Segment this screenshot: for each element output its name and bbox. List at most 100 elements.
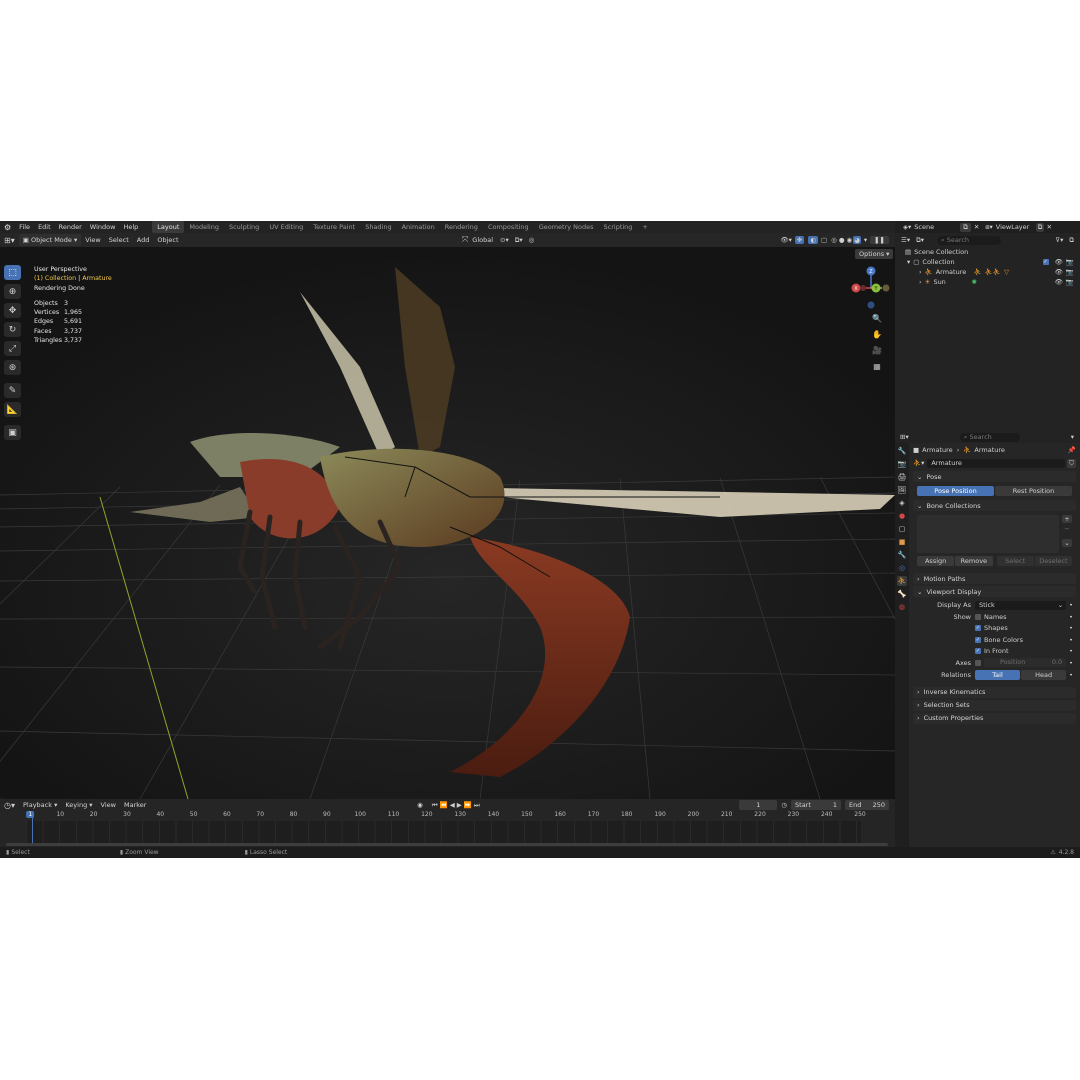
outliner-editor-type-icon[interactable]: ☰▾	[895, 236, 913, 244]
datablock-name-field[interactable]: Armature	[927, 458, 1066, 468]
properties-editor-type-icon[interactable]: ⊞▾	[895, 433, 912, 441]
proportional-edit-icon[interactable]: ◎	[526, 236, 538, 244]
deselect-button[interactable]: Deselect	[1034, 556, 1072, 566]
play-reverse-icon[interactable]: ◀	[449, 801, 456, 809]
menu-select[interactable]: Select	[105, 234, 133, 246]
remove-button[interactable]: Remove	[955, 556, 993, 566]
tab-modeling[interactable]: Modeling	[184, 221, 224, 233]
scene-icon[interactable]: ◈▾	[895, 223, 914, 231]
animate-dot-icon[interactable]: •	[1066, 601, 1076, 609]
physics-tab-icon[interactable]: ◎	[897, 563, 907, 573]
gizmo-toggle-icon[interactable]: ✥	[794, 236, 805, 244]
playback-menu[interactable]: Playback ▾	[19, 799, 61, 811]
axes-checkbox[interactable]	[975, 659, 981, 666]
tab-geometry-nodes[interactable]: Geometry Nodes	[534, 221, 599, 233]
rest-position-button[interactable]: Rest Position	[995, 486, 1072, 496]
pose-position-button[interactable]: Pose Position	[917, 486, 994, 496]
navigation-gizmo[interactable]: Z X Y	[848, 265, 894, 311]
jump-start-icon[interactable]: ⏮	[431, 801, 439, 810]
menu-file[interactable]: File	[15, 221, 34, 233]
animate-dot-icon[interactable]: •	[1066, 636, 1076, 644]
3d-viewport[interactable]: ⬚ ⊕ ✥ ↻ ⤢ ⊛ ✎ 📐 ▣ User Perspective (1) C…	[0, 247, 895, 799]
overlay-toggle-icon[interactable]: ◐	[808, 236, 818, 244]
shading-solid-icon[interactable]: ●	[838, 236, 846, 244]
world-tab-icon[interactable]: ●	[897, 511, 907, 521]
jump-end-icon[interactable]: ⏭	[473, 801, 481, 810]
scale-tool-icon[interactable]: ⤢	[4, 341, 21, 356]
snap-icon[interactable]: ⧉▾	[512, 236, 526, 245]
menu-edit[interactable]: Edit	[34, 221, 55, 233]
tab-texture-paint[interactable]: Texture Paint	[308, 221, 360, 233]
pan-hand-icon[interactable]: ✋	[870, 327, 884, 341]
bone-collection-specials-icon[interactable]: ⌄	[1062, 539, 1072, 547]
modifier-tab-icon[interactable]: 🔧	[897, 550, 907, 560]
select-button[interactable]: Select	[996, 556, 1034, 566]
sun-render-icon[interactable]: 📷	[1066, 278, 1080, 286]
tab-shading[interactable]: Shading	[360, 221, 396, 233]
shading-options-icon[interactable]: ▾	[861, 236, 870, 244]
transform-tool-icon[interactable]: ⊛	[4, 360, 21, 375]
pin-icon[interactable]: 📌	[1068, 446, 1076, 454]
relations-tail-button[interactable]: Tail	[975, 669, 1021, 680]
timeline-editor-type-icon[interactable]: ◷▾	[0, 801, 19, 810]
animate-dot-icon[interactable]: •	[1066, 671, 1076, 679]
bone-collections-list[interactable]	[917, 515, 1059, 553]
bone-colors-checkbox[interactable]: ✓	[975, 636, 981, 643]
timeline-scrollbar[interactable]	[6, 843, 888, 846]
transform-orientation-dropdown[interactable]: Global	[468, 234, 497, 246]
xray-icon[interactable]: ▢	[818, 236, 830, 244]
delete-viewlayer-icon[interactable]: ✕	[1044, 223, 1053, 231]
outliner-collection[interactable]: ▾ ▢ Collection ✓ 👁 📷	[895, 257, 1080, 267]
outliner-item-sun[interactable]: › ☀ Sun ✺ 👁 📷	[895, 277, 1080, 287]
bone-tab-icon[interactable]: 🦴	[897, 589, 907, 599]
scene-name-field[interactable]: Scene	[914, 223, 960, 231]
marker-menu[interactable]: Marker	[120, 799, 150, 811]
camera-icon[interactable]: 🎥	[870, 343, 884, 357]
filter-icon[interactable]: ⊽▾	[1052, 236, 1066, 244]
annotate-tool-icon[interactable]: ✎	[4, 383, 21, 398]
add-cube-tool-icon[interactable]: ▣	[4, 425, 21, 440]
shading-material-icon[interactable]: ◉	[845, 236, 853, 244]
tab-rendering[interactable]: Rendering	[440, 221, 483, 233]
tab-sculpting[interactable]: Sculpting	[224, 221, 264, 233]
inverse-kinematics-panel-header[interactable]: › Inverse Kinematics	[913, 686, 1076, 698]
animate-dot-icon[interactable]: •	[1066, 613, 1076, 621]
visibility-icon[interactable]: 👁▾	[777, 236, 795, 244]
clock-icon[interactable]: ◷	[777, 801, 791, 809]
end-frame-field[interactable]: End 250	[845, 800, 890, 810]
collection-exclude-checkbox[interactable]: ✓	[1042, 259, 1049, 265]
viewlayer-name-field[interactable]: ViewLayer	[996, 223, 1036, 231]
datablock-browse-icon[interactable]: ⛹▾	[913, 459, 927, 467]
display-mode-icon[interactable]: ⧉▾	[913, 236, 927, 245]
bone-collections-panel-header[interactable]: ⌄ Bone Collections	[913, 500, 1076, 511]
jump-keyframe-forward-icon[interactable]: ⏩	[463, 801, 473, 809]
record-icon[interactable]: ◉	[409, 801, 431, 809]
animate-dot-icon[interactable]: •	[1066, 647, 1076, 655]
pose-panel-header[interactable]: ⌄ Pose	[913, 471, 1076, 482]
mode-dropdown[interactable]: ▣ Object Mode ▾	[18, 234, 82, 246]
axes-position-field[interactable]: Position 0.0	[984, 658, 1067, 668]
new-viewlayer-icon[interactable]: ⧉	[1035, 222, 1045, 232]
menu-object[interactable]: Object	[153, 234, 182, 246]
tab-uv-editing[interactable]: UV Editing	[264, 221, 308, 233]
shading-wireframe-icon[interactable]: ◎	[830, 236, 838, 244]
assign-button[interactable]: Assign	[917, 556, 955, 566]
object-tab-icon[interactable]: ■	[897, 537, 907, 547]
outliner-scene-collection[interactable]: ▤ Scene Collection	[895, 247, 1080, 257]
tab-compositing[interactable]: Compositing	[483, 221, 534, 233]
output-tab-icon[interactable]: 🖨	[897, 472, 907, 482]
properties-options-icon[interactable]: ▾	[1071, 433, 1080, 441]
grid-ortho-icon[interactable]: ▦	[870, 359, 884, 373]
zoom-icon[interactable]: 🔍	[870, 311, 884, 325]
menu-add[interactable]: Add	[133, 234, 154, 246]
add-workspace-button[interactable]: +	[637, 221, 652, 233]
tab-scripting[interactable]: Scripting	[599, 221, 638, 233]
material-tab-icon[interactable]: ◍	[897, 602, 907, 612]
add-bone-collection-icon[interactable]: +	[1062, 515, 1072, 523]
measure-tool-icon[interactable]: 📐	[4, 402, 21, 417]
armature-visibility-icon[interactable]: 👁	[1052, 268, 1066, 276]
editor-type-icon[interactable]: ⊞▾	[0, 236, 19, 245]
tool-tab-icon[interactable]: 🔧	[897, 446, 907, 456]
names-checkbox[interactable]	[975, 613, 981, 620]
jump-keyframe-back-icon[interactable]: ⏪	[439, 801, 449, 809]
